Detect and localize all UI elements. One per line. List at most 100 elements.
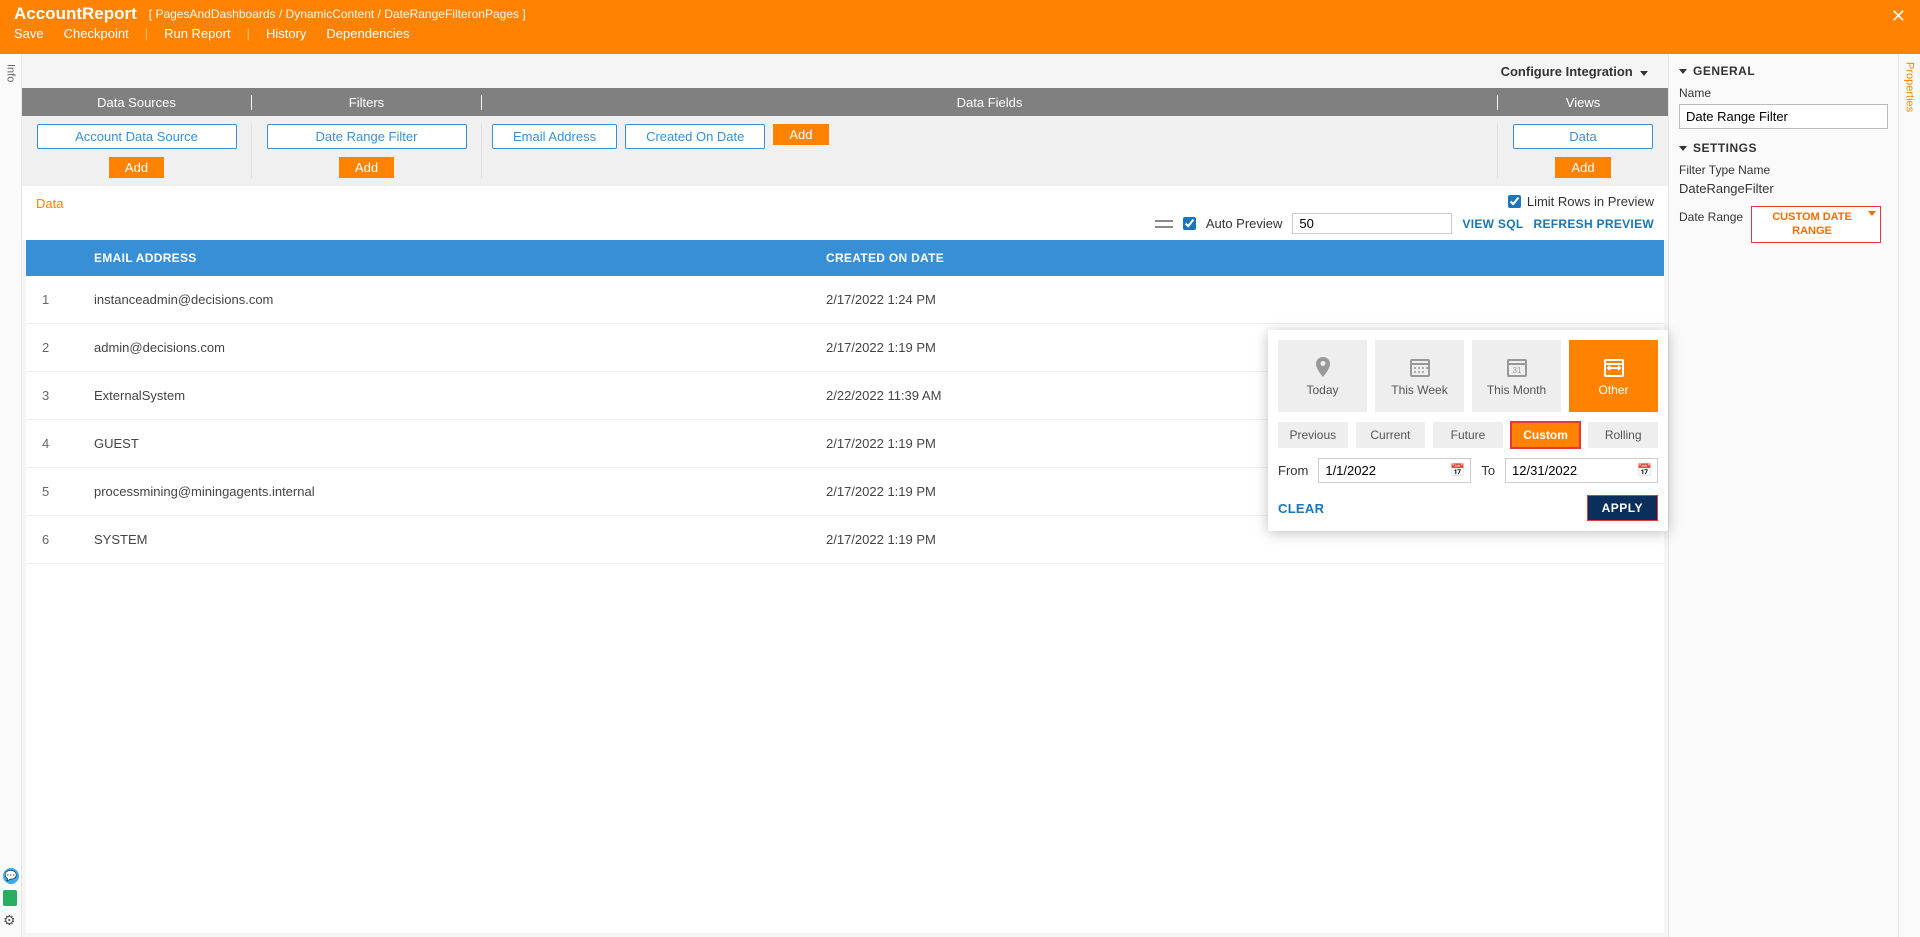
tile-today[interactable]: Today xyxy=(1278,340,1367,412)
info-tab[interactable]: Info xyxy=(0,54,22,937)
calendar-grid-icon xyxy=(1406,355,1434,379)
cell-date: 2/17/2022 1:24 PM xyxy=(816,292,1664,307)
seg-current[interactable]: Current xyxy=(1356,422,1426,448)
auto-preview-checkbox[interactable] xyxy=(1183,217,1196,230)
chevron-down-icon xyxy=(1640,71,1648,76)
seg-rolling[interactable]: Rolling xyxy=(1588,422,1658,448)
general-section-header[interactable]: GENERAL xyxy=(1679,64,1888,78)
limit-rows-label: Limit Rows in Preview xyxy=(1527,194,1654,209)
section-header-views: Views xyxy=(1498,95,1668,110)
gear-icon[interactable]: ⚙ xyxy=(3,912,19,929)
bottom-left-icons: 💬 ⚙ xyxy=(3,868,19,929)
from-date-input[interactable] xyxy=(1318,458,1471,483)
section-content: Account Data Source Add Date Range Filte… xyxy=(22,116,1668,186)
settings-label: SETTINGS xyxy=(1693,141,1757,155)
chip-created-on-date[interactable]: Created On Date xyxy=(625,124,765,149)
data-view-label[interactable]: Data xyxy=(36,196,63,211)
tile-today-label: Today xyxy=(1306,383,1338,397)
add-filter-button[interactable]: Add xyxy=(339,157,394,178)
calendar-31-icon: 31 xyxy=(1503,355,1531,379)
chevron-down-icon xyxy=(1868,211,1876,216)
seg-future[interactable]: Future xyxy=(1433,422,1503,448)
auto-preview-label: Auto Preview xyxy=(1206,216,1283,231)
to-label: To xyxy=(1481,463,1495,478)
menu-separator: | xyxy=(247,26,250,41)
filter-type-value: DateRangeFilter xyxy=(1679,181,1888,196)
row-number: 5 xyxy=(26,484,76,499)
menu-run-report[interactable]: Run Report xyxy=(164,26,230,41)
section-header-filters: Filters xyxy=(252,95,482,110)
row-number: 6 xyxy=(26,532,76,547)
th-email[interactable]: EMAIL ADDRESS xyxy=(76,251,816,265)
tile-week-label: This Week xyxy=(1391,383,1447,397)
rows-input[interactable] xyxy=(1292,213,1452,234)
tile-month-label: This Month xyxy=(1487,383,1546,397)
tile-this-week[interactable]: This Week xyxy=(1375,340,1464,412)
tile-other-label: Other xyxy=(1598,383,1628,397)
preview-bar: Data Limit Rows in Preview Auto Preview … xyxy=(22,186,1668,240)
app-title: AccountReport xyxy=(14,4,137,24)
breadcrumb: [ PagesAndDashboards / DynamicContent / … xyxy=(149,7,526,21)
view-sql-button[interactable]: VIEW SQL xyxy=(1462,217,1523,231)
name-input[interactable] xyxy=(1679,104,1888,129)
name-label: Name xyxy=(1679,86,1888,100)
tile-other[interactable]: Other xyxy=(1569,340,1658,412)
chip-email-address[interactable]: Email Address xyxy=(492,124,617,149)
filter-type-label: Filter Type Name xyxy=(1679,163,1888,177)
menu-save[interactable]: Save xyxy=(14,26,44,41)
chat-icon[interactable]: 💬 xyxy=(3,868,19,884)
date-range-dropdown[interactable]: CUSTOM DATE RANGE xyxy=(1751,206,1881,243)
row-number: 3 xyxy=(26,388,76,403)
header-menu: Save Checkpoint | Run Report | History D… xyxy=(0,24,1920,47)
cell-email: instanceadmin@decisions.com xyxy=(76,292,816,307)
apply-button[interactable]: APPLY xyxy=(1587,495,1658,521)
from-label: From xyxy=(1278,463,1308,478)
cell-email: ExternalSystem xyxy=(76,388,816,403)
chevron-down-icon xyxy=(1679,146,1687,151)
range-arrows-icon xyxy=(1600,355,1628,379)
limit-rows-checkbox[interactable] xyxy=(1508,195,1521,208)
pin-icon xyxy=(1309,355,1337,379)
config-bar: Configure Integration xyxy=(22,54,1668,88)
refresh-preview-button[interactable]: REFRESH PREVIEW xyxy=(1533,217,1654,231)
seg-custom[interactable]: Custom xyxy=(1511,422,1581,448)
section-headers: Data Sources Filters Data Fields Views xyxy=(22,88,1668,116)
menu-dependencies[interactable]: Dependencies xyxy=(326,26,409,41)
to-date-input[interactable] xyxy=(1505,458,1658,483)
calendar-icon[interactable]: 📅 xyxy=(1637,463,1652,477)
svg-text:31: 31 xyxy=(1512,366,1521,375)
header: AccountReport [ PagesAndDashboards / Dyn… xyxy=(0,0,1920,54)
section-header-data-sources: Data Sources xyxy=(22,95,252,110)
add-data-source-button[interactable]: Add xyxy=(109,157,164,178)
close-icon[interactable]: ✕ xyxy=(1891,6,1906,27)
cell-date: 2/17/2022 1:19 PM xyxy=(816,532,1664,547)
configure-integration-link[interactable]: Configure Integration xyxy=(1501,64,1648,79)
seg-previous[interactable]: Previous xyxy=(1278,422,1348,448)
table-header: EMAIL ADDRESS CREATED ON DATE xyxy=(26,240,1664,276)
table-row[interactable]: 1instanceadmin@decisions.com2/17/2022 1:… xyxy=(26,276,1664,324)
doc-icon[interactable] xyxy=(3,890,17,906)
add-field-button[interactable]: Add xyxy=(773,124,828,145)
date-range-popover: Today This Week 31 This Month Other Prev… xyxy=(1268,330,1668,531)
cell-email: SYSTEM xyxy=(76,532,816,547)
properties-tab[interactable]: Properties xyxy=(1898,54,1920,937)
settings-slider-icon[interactable] xyxy=(1155,217,1173,231)
clear-button[interactable]: CLEAR xyxy=(1278,501,1324,516)
date-range-value: CUSTOM DATE RANGE xyxy=(1772,211,1852,237)
chevron-down-icon xyxy=(1679,69,1687,74)
menu-separator: | xyxy=(145,26,148,41)
settings-section-header[interactable]: SETTINGS xyxy=(1679,141,1888,155)
chip-account-data-source[interactable]: Account Data Source xyxy=(37,124,237,149)
th-created[interactable]: CREATED ON DATE xyxy=(816,251,1664,265)
section-header-data-fields: Data Fields xyxy=(482,95,1498,110)
properties-tab-label: Properties xyxy=(1904,62,1916,112)
menu-history[interactable]: History xyxy=(266,26,306,41)
info-tab-label: Info xyxy=(5,64,17,82)
calendar-icon[interactable]: 📅 xyxy=(1450,463,1465,477)
tile-this-month[interactable]: 31 This Month xyxy=(1472,340,1561,412)
chip-date-range-filter[interactable]: Date Range Filter xyxy=(267,124,467,149)
menu-checkpoint[interactable]: Checkpoint xyxy=(64,26,129,41)
add-view-button[interactable]: Add xyxy=(1555,157,1610,178)
cell-email: GUEST xyxy=(76,436,816,451)
chip-data-view[interactable]: Data xyxy=(1513,124,1653,149)
